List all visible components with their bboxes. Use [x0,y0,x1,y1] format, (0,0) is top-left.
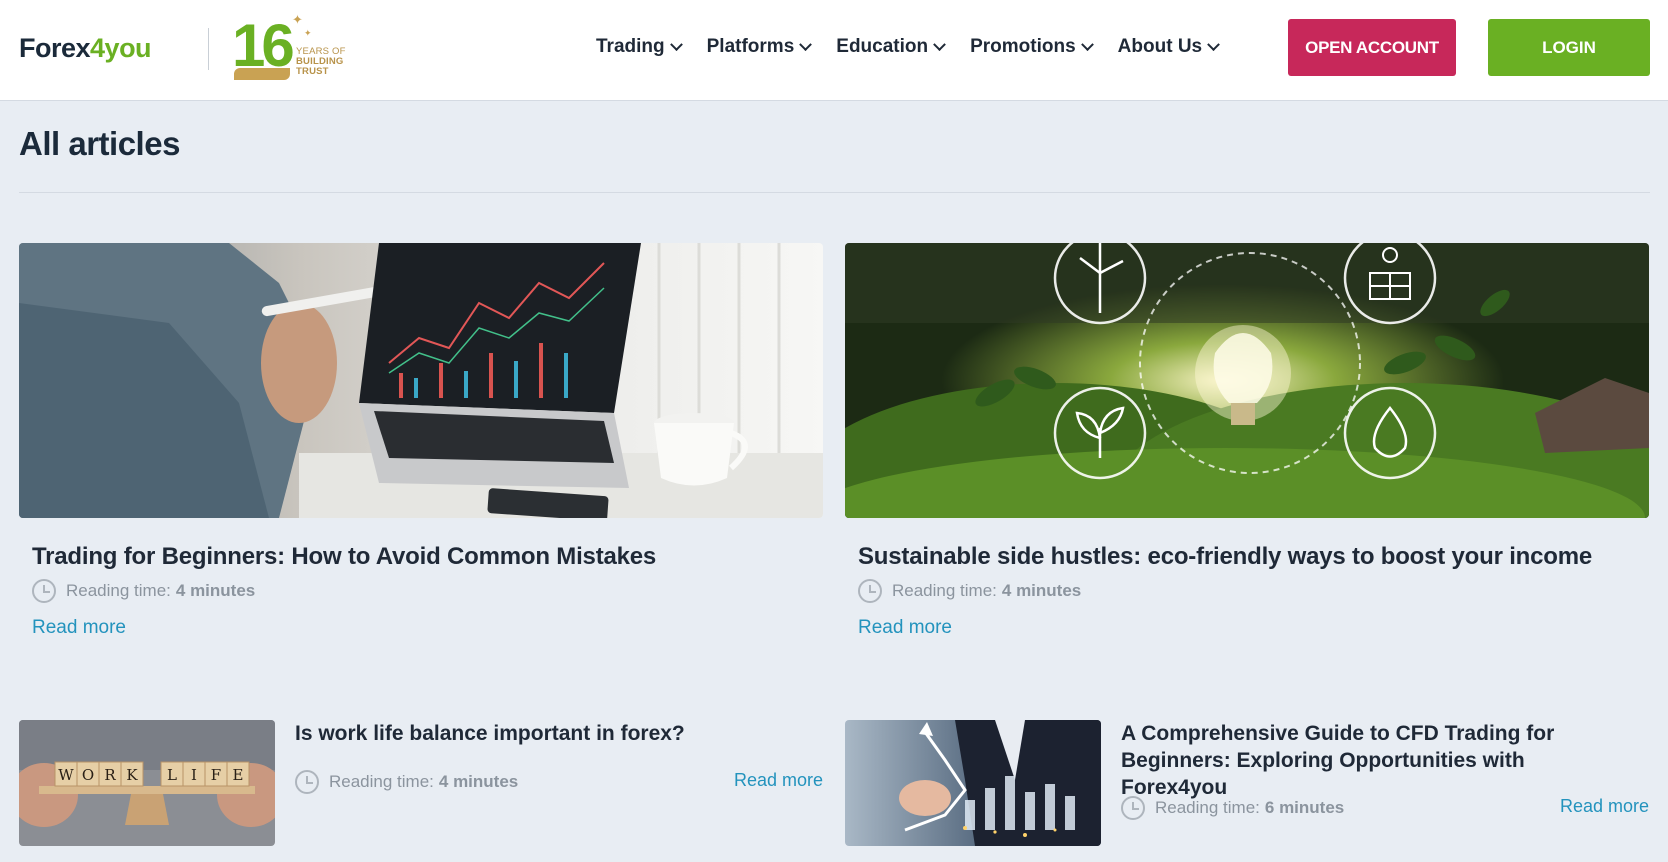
article-image-work-life[interactable]: W O R K L I F E [19,720,275,846]
block-letter: W [58,766,74,784]
clock-icon [295,770,319,794]
block-letter: O [82,766,94,784]
read-more-link[interactable]: Read more [32,617,823,639]
reading-time-value: 4 minutes [438,772,519,791]
reading-time: Reading time: 4 minutes [32,579,823,603]
nav-platforms[interactable]: Platforms [706,34,813,60]
clock-icon [858,579,882,603]
nav-promotions[interactable]: Promotions [970,34,1094,60]
read-more-link[interactable]: Read more [1560,796,1649,817]
nav-label: About Us [1117,36,1203,57]
main-nav: Trading Platforms Education Promotions A… [596,34,1244,60]
block-letter: R [104,766,116,784]
block-letter: F [211,766,221,784]
article-title[interactable]: Sustainable side hustles: eco-friendly w… [858,543,1649,571]
reading-time-value: 4 minutes [175,581,256,600]
reading-time: Reading time: 4 minutes [858,579,1649,603]
nav-label: Trading [596,36,665,57]
chevron-down-icon [1207,37,1220,51]
article-card[interactable]: A Comprehensive Guide to CFD Trading for… [845,720,1649,846]
read-more-link[interactable]: Read more [858,617,1649,639]
nav-about-us[interactable]: About Us [1117,34,1220,60]
article-image-laptop-trading[interactable] [19,243,823,518]
anniversary-line: Trust [296,66,329,77]
chevron-down-icon [1080,37,1094,51]
clock-icon [32,579,56,603]
anniversary-badge: 16 ✦ ✦ Years of Building Trust [232,12,352,86]
sparkle-icon: ✦ [292,12,303,27]
sparkle-icon: ✦ [304,28,312,38]
site-header: Forex 4you 16 ✦ ✦ Years of Building Trust… [0,0,1668,101]
block-letter: E [233,766,244,784]
article-card[interactable]: Trading for Beginners: How to Avoid Comm… [19,243,823,639]
reading-time-label: Reading time: [66,581,171,600]
nav-label: Promotions [970,36,1076,57]
reading-time-value: 6 minutes [1264,798,1345,817]
article-title[interactable]: Trading for Beginners: How to Avoid Comm… [32,543,823,571]
article-card[interactable]: W O R K L I F E Is work life balance imp… [19,720,823,846]
read-more-link[interactable]: Read more [734,770,823,791]
title-divider [19,192,1650,193]
page-title: All articles [19,125,180,162]
logo-divider [208,28,209,70]
chevron-down-icon [669,37,683,51]
chevron-down-icon [799,37,813,51]
reading-time-label: Reading time: [1155,798,1260,817]
reading-time: Reading time: 6 minutes [1121,796,1344,820]
reading-time-label: Reading time: [329,772,434,791]
nav-trading[interactable]: Trading [596,34,683,60]
nav-education[interactable]: Education [836,34,946,60]
anniversary-caption: Years of Building Trust [296,47,346,77]
article-title[interactable]: Is work life balance important in forex? [295,720,795,747]
reading-time: Reading time: 4 minutes [295,770,518,794]
chevron-down-icon [933,37,946,51]
article-image-eco-lightbulb[interactable] [845,243,1649,518]
article-image-growth-chart[interactable] [845,720,1101,846]
nav-label: Platforms [706,36,795,57]
forex4you-logo[interactable]: Forex 4you [19,28,152,68]
block-letter: L [167,766,177,784]
reading-time-value: 4 minutes [1001,581,1082,600]
logo-text-forex: Forex [19,32,91,63]
clock-icon [1121,796,1145,820]
anniversary-number: 16 [232,12,295,79]
article-title[interactable]: A Comprehensive Guide to CFD Trading for… [1121,720,1621,801]
block-letter: K [126,766,138,784]
nav-label: Education [836,36,929,57]
login-button[interactable]: LOGIN [1488,19,1650,76]
block-letter: I [191,766,197,784]
logo-text-4you: 4you [90,32,152,63]
article-card[interactable]: Sustainable side hustles: eco-friendly w… [845,243,1649,639]
reading-time-label: Reading time: [892,581,997,600]
open-account-button[interactable]: OPEN ACCOUNT [1288,19,1456,76]
